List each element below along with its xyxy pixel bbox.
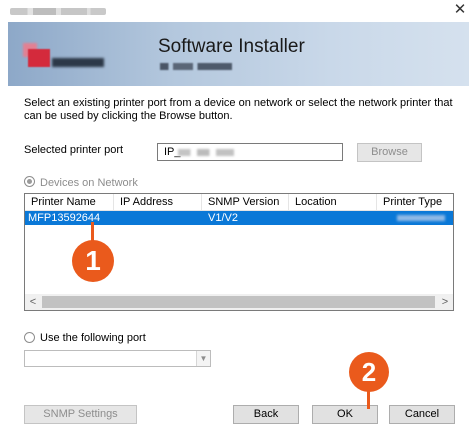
header-subtitle-redacted — [160, 63, 232, 70]
devices-on-network-radio[interactable] — [24, 176, 35, 187]
chevron-down-icon[interactable]: ▼ — [196, 351, 210, 366]
window-title-redacted — [10, 8, 106, 15]
snmp-settings-button[interactable]: SNMP Settings — [24, 405, 137, 424]
scroll-left-arrow-icon[interactable]: < — [25, 294, 41, 310]
installer-header: Software Installer — [8, 22, 469, 86]
step2-pointer-line — [367, 389, 370, 409]
browse-button[interactable]: Browse — [357, 143, 422, 162]
use-following-port-radio[interactable] — [24, 332, 35, 343]
scrollbar-thumb[interactable] — [42, 296, 435, 308]
column-location[interactable]: Location — [289, 194, 377, 211]
scroll-right-arrow-icon[interactable]: > — [437, 294, 453, 310]
brand-logo-wordmark — [52, 58, 104, 67]
cancel-button[interactable]: Cancel — [389, 405, 455, 424]
title-bar: ✕ — [0, 0, 469, 22]
close-icon[interactable]: ✕ — [453, 2, 467, 18]
brand-logo-icon — [28, 49, 50, 67]
cell-printer-name: MFP13592644 — [28, 212, 101, 224]
selected-port-value-redacted — [178, 149, 234, 156]
back-button[interactable]: Back — [233, 405, 299, 424]
cell-snmp-version: V1/V2 — [208, 212, 238, 224]
column-ip-address[interactable]: IP Address — [114, 194, 202, 211]
step1-marker: 1 — [72, 240, 114, 282]
use-following-port-label: Use the following port — [40, 332, 146, 344]
port-dropdown[interactable]: ▼ — [24, 350, 211, 367]
selected-port-label: Selected printer port — [24, 144, 124, 156]
cell-printer-type-redacted — [397, 215, 445, 221]
page-title: Software Installer — [158, 36, 305, 57]
column-printer-name[interactable]: Printer Name — [25, 194, 114, 211]
table-row[interactable]: MFP13592644 V1/V2 — [25, 211, 453, 225]
instructions-text: Select an existing printer port from a d… — [24, 97, 453, 122]
device-list-header: Printer Name IP Address SNMP Version Loc… — [25, 194, 453, 211]
horizontal-scrollbar[interactable]: < > — [25, 294, 453, 310]
step2-marker: 2 — [349, 352, 389, 392]
column-snmp-version[interactable]: SNMP Version — [202, 194, 289, 211]
devices-on-network-label: Devices on Network — [40, 177, 138, 189]
selected-port-field[interactable]: IP_ — [157, 143, 343, 161]
column-printer-type[interactable]: Printer Type — [377, 194, 453, 211]
step1-pointer-line — [91, 222, 94, 242]
